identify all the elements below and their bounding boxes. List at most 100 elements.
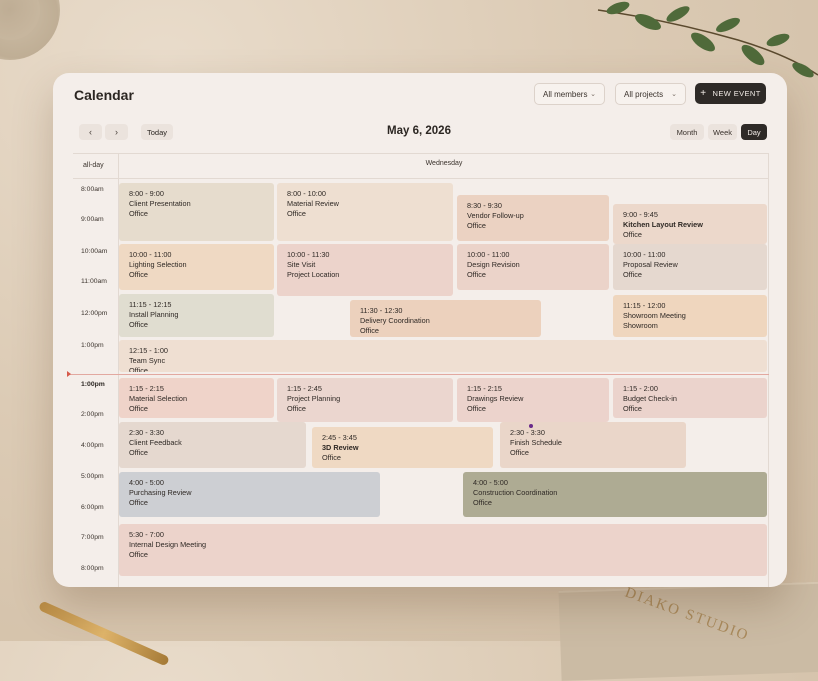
projects-filter-dropdown[interactable]: All projects ⌄ [615, 83, 686, 105]
event-card[interactable]: 11:30 - 12:30 Delivery Coordination Office [350, 300, 541, 337]
event-name: Showroom Meeting [623, 311, 686, 321]
event-card[interactable]: 9:00 - 9:45 Kitchen Layout Review Office [613, 204, 767, 244]
event-time: 2:30 - 3:30 [129, 428, 164, 437]
today-button[interactable]: Today [141, 124, 173, 140]
grid-right-border [768, 154, 769, 587]
event-location: Office [510, 448, 529, 458]
event-name: Design Revision [467, 260, 520, 270]
time-label: 5:00pm [81, 473, 104, 480]
new-event-button[interactable]: + NEW EVENT [695, 83, 766, 104]
view-week-button[interactable]: Week [708, 124, 737, 140]
event-card[interactable]: 2:45 - 3:45 3D Review Office [312, 427, 493, 468]
event-location: Office [129, 404, 148, 414]
event-card[interactable]: 12:15 - 1:00 Team Sync Office [119, 340, 767, 372]
event-time: 9:00 - 9:45 [623, 210, 658, 219]
event-time: 8:00 - 10:00 [287, 189, 326, 198]
day-grid: all-day Wednesday 8:00am 9:00am 10:00am … [67, 153, 769, 587]
time-label: 10:00am [81, 248, 108, 255]
event-card[interactable]: 2:30 - 3:30 Client Feedback Office [119, 422, 306, 468]
event-card[interactable]: 11:15 - 12:15 Install Planning Office [119, 294, 274, 337]
event-card[interactable]: 10:00 - 11:00 Design Revision Office [457, 244, 609, 290]
current-time-label: 1:00pm [81, 381, 105, 388]
event-time: 5:30 - 7:00 [129, 530, 164, 539]
event-card[interactable]: 11:15 - 12:00 Showroom Meeting Showroom [613, 295, 767, 337]
event-time: 8:00 - 9:00 [129, 189, 164, 198]
event-time: 10:00 - 11:00 [129, 250, 172, 259]
event-card[interactable]: 1:15 - 2:15 Material Selection Office [119, 378, 274, 418]
event-time: 11:15 - 12:15 [129, 300, 172, 309]
event-name: Material Review [287, 199, 339, 209]
event-card[interactable]: 10:00 - 11:00 Proposal Review Office [613, 244, 767, 290]
event-time: 1:15 - 2:15 [129, 384, 164, 393]
event-time: 11:30 - 12:30 [360, 306, 403, 315]
event-card[interactable]: 8:00 - 10:00 Material Review Office [277, 183, 453, 241]
time-label: 9:00am [81, 216, 104, 223]
event-card[interactable]: 4:00 - 5:00 Purchasing Review Office [119, 472, 380, 517]
decorative-pen [37, 600, 170, 667]
view-day-button[interactable]: Day [741, 124, 767, 140]
event-location: Office [287, 209, 306, 219]
event-time: 4:00 - 5:00 [473, 478, 508, 487]
event-location: Office [129, 550, 148, 560]
event-time: 10:00 - 11:00 [623, 250, 666, 259]
event-time: 10:00 - 11:00 [467, 250, 510, 259]
event-card[interactable]: 10:00 - 11:30 Site Visit Project Location [277, 244, 453, 296]
event-time: 1:15 - 2:15 [467, 384, 502, 393]
event-name: Team Sync [129, 356, 166, 366]
event-name: Internal Design Meeting [129, 540, 207, 550]
event-location: Office [129, 209, 148, 219]
event-time: 8:30 - 9:30 [467, 201, 502, 210]
chevron-right-icon: › [115, 127, 118, 137]
prev-day-button[interactable]: ‹ [79, 124, 102, 140]
event-card[interactable]: 4:00 - 5:00 Construction Coordination Offi… [463, 472, 767, 517]
event-time: 1:15 - 2:00 [623, 384, 658, 393]
event-name: Purchasing Review [129, 488, 192, 498]
event-name: Proposal Review [623, 260, 678, 270]
event-card[interactable]: 1:15 - 2:15 Drawings Review Office [457, 378, 609, 422]
next-day-button[interactable]: › [105, 124, 128, 140]
event-location: Office [129, 366, 148, 372]
chevron-down-icon: ⌄ [590, 91, 596, 98]
event-card[interactable]: 1:15 - 2:00 Budget Check-in Office [613, 378, 767, 418]
event-card[interactable]: 1:15 - 2:45 Project Planning Office [277, 378, 453, 422]
event-location: Office [623, 404, 642, 414]
event-location: Office [129, 270, 148, 280]
event-time: 11:15 - 12:00 [623, 301, 666, 310]
event-name: Vendor Follow-up [467, 211, 524, 221]
current-time-marker [67, 371, 71, 377]
event-card[interactable]: 8:00 - 9:00 Client Presentation Office [119, 183, 274, 241]
event-location: Office [360, 326, 379, 336]
event-name: Lighting Selection [129, 260, 187, 270]
projects-filter-label: All projects [624, 89, 664, 99]
event-time: 1:15 - 2:45 [287, 384, 322, 393]
plus-icon: + [700, 88, 707, 99]
event-name: Install Planning [129, 310, 179, 320]
event-card[interactable]: 10:00 - 11:00 Lighting Selection Office [119, 244, 274, 290]
event-location: Office [473, 498, 492, 508]
view-month-button[interactable]: Month [670, 124, 704, 140]
event-name: Construction Coordination [473, 488, 558, 498]
event-card[interactable]: 5:30 - 7:00 Internal Design Meeting Office [119, 524, 767, 576]
allday-divider [73, 178, 769, 179]
new-event-label: NEW EVENT [712, 89, 761, 98]
event-location: Office [623, 230, 642, 240]
event-name: Client Presentation [129, 199, 191, 209]
event-name: Site Visit [287, 260, 316, 270]
event-name: Project Planning [287, 394, 341, 404]
event-time: 2:45 - 3:45 [322, 433, 357, 442]
event-name: Kitchen Layout Review [623, 220, 703, 230]
time-label: 8:00pm [81, 565, 104, 572]
time-label: 4:00pm [81, 442, 104, 449]
members-filter-dropdown[interactable]: All members ⌄ [534, 83, 605, 105]
allday-label: all-day [83, 162, 104, 169]
event-location: Office [287, 404, 306, 414]
page-title: Calendar [74, 87, 134, 103]
event-location: Office [322, 453, 341, 463]
event-card[interactable]: 2:30 - 3:30 Finish Schedule Office [500, 422, 686, 468]
time-label: 7:00pm [81, 534, 104, 541]
current-time-line [69, 374, 769, 375]
event-location: Office [129, 320, 148, 330]
event-name: Client Feedback [129, 438, 182, 448]
event-card[interactable]: 8:30 - 9:30 Vendor Follow-up Office [457, 195, 609, 241]
chevron-left-icon: ‹ [89, 127, 92, 137]
